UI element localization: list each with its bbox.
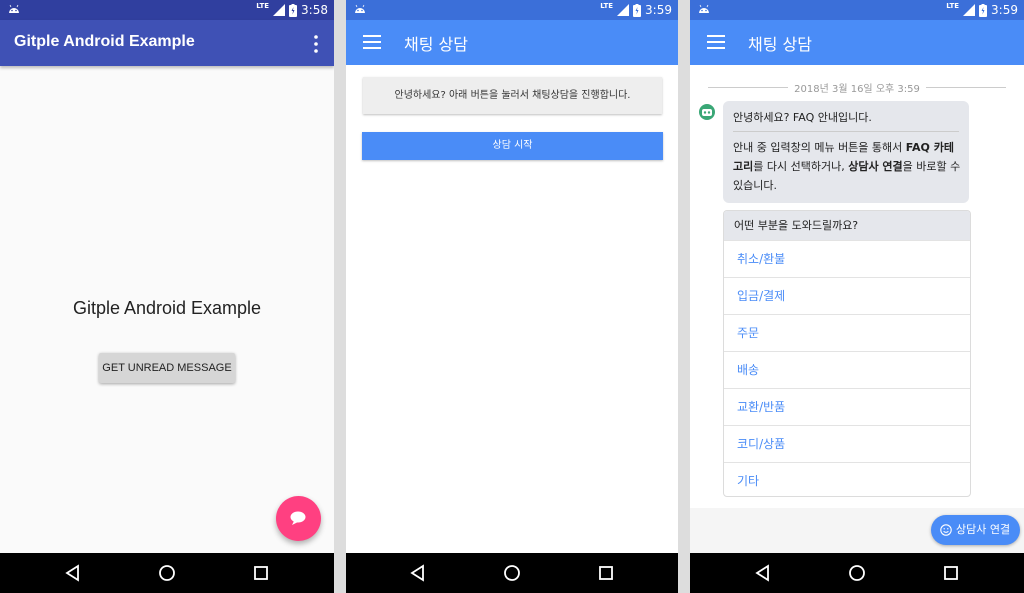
chat-message-list[interactable]: 2018년 3월 16일 오후 3:59 안녕하세요? FAQ 안내입니다. 안…: [690, 65, 1024, 508]
page-title: Gitple Android Example: [72, 298, 262, 318]
recents-icon[interactable]: [596, 563, 616, 583]
date-separator: 2018년 3월 16일 오후 3:59: [708, 80, 1006, 95]
screen-chat-faq: LTE 3:59 채팅 상담 2018년 3월 16일 오후 3:59 안녕하세…: [690, 0, 1024, 593]
chat-title: 채팅 상담: [748, 35, 812, 54]
status-bar: LTE 3:59: [690, 0, 1024, 20]
home-icon[interactable]: [847, 563, 867, 583]
app-bar: Gitple Android Example: [0, 20, 334, 66]
faq-item-exchange-return[interactable]: 교환/반품: [724, 388, 970, 425]
status-time: 3:58: [301, 3, 328, 17]
chat-fab-button[interactable]: [276, 496, 321, 541]
bot-avatar-icon: [699, 104, 715, 120]
home-icon[interactable]: [502, 563, 522, 583]
faq-item-delivery[interactable]: 배송: [724, 351, 970, 388]
android-nav-bar: [346, 553, 678, 593]
faq-item-other[interactable]: 기타: [724, 462, 970, 496]
get-unread-message-button[interactable]: GET UNREAD MESSAGE: [99, 353, 235, 383]
hamburger-menu-icon[interactable]: [707, 35, 725, 49]
smile-icon: [940, 524, 952, 536]
body-text: 를 다시 선택하거나,: [753, 160, 849, 173]
bot-greeting: 안녕하세요? FAQ 안내입니다.: [733, 111, 872, 124]
android-notification-icon: [699, 4, 709, 13]
status-bar: LTE 3:59: [346, 0, 678, 20]
recents-icon[interactable]: [941, 563, 961, 583]
signal-icon: [963, 4, 976, 16]
battery-icon: [633, 3, 642, 17]
faq-item-coordi-product[interactable]: 코디/상품: [724, 425, 970, 462]
status-bar: LTE 3:58: [0, 0, 334, 20]
chat-bubble-icon: [290, 511, 306, 525]
battery-icon: [289, 3, 298, 17]
back-icon[interactable]: [63, 563, 83, 583]
faq-item-order[interactable]: 주문: [724, 314, 970, 351]
bubble-divider: [733, 131, 959, 132]
status-time: 3:59: [645, 3, 672, 17]
signal-icon: [617, 4, 630, 16]
home-icon[interactable]: [157, 563, 177, 583]
back-icon[interactable]: [753, 563, 773, 583]
start-consult-button[interactable]: 상담 시작: [362, 132, 663, 160]
android-notification-icon: [9, 4, 19, 13]
status-time: 3:59: [991, 3, 1018, 17]
body-bold-agent: 상담사 연결: [848, 160, 903, 173]
recents-icon[interactable]: [251, 563, 271, 583]
android-notification-icon: [355, 4, 365, 13]
bot-message-body: 안내 중 입력창의 메뉴 버튼을 통해서 FAQ 카테고리를 다시 선택하거나,…: [733, 138, 961, 195]
faq-category-card: 어떤 부분을 도와드릴까요? 취소/환불 입금/결제 주문 배송 교환/반품 코…: [723, 210, 971, 497]
android-nav-bar: [0, 553, 334, 593]
signal-icon: [273, 4, 286, 16]
network-type: LTE: [600, 2, 614, 10]
back-icon[interactable]: [408, 563, 428, 583]
network-type: LTE: [946, 2, 960, 10]
network-type: LTE: [256, 2, 270, 10]
faq-item-cancel-refund[interactable]: 취소/환불: [724, 240, 970, 277]
app-bar: 채팅 상담: [346, 20, 678, 65]
battery-icon: [979, 3, 988, 17]
faq-header: 어떤 부분을 도와드릴까요?: [724, 211, 970, 240]
body-text: 안내 중 입력창의 메뉴 버튼을 통해서: [733, 141, 906, 154]
overflow-menu-icon[interactable]: [308, 34, 324, 54]
app-title: Gitple Android Example: [14, 33, 195, 50]
connect-agent-button[interactable]: 상담사 연결: [931, 515, 1020, 545]
screen-gitple-example: LTE 3:58 Gitple Android Example Gitple A…: [0, 0, 334, 593]
android-nav-bar: [690, 553, 1024, 593]
hamburger-menu-icon[interactable]: [363, 35, 381, 49]
faq-item-deposit-payment[interactable]: 입금/결제: [724, 277, 970, 314]
chat-title: 채팅 상담: [404, 35, 468, 54]
bot-message-bubble: 안녕하세요? FAQ 안내입니다. 안내 중 입력창의 메뉴 버튼을 통해서 F…: [723, 101, 969, 203]
connect-agent-label: 상담사 연결: [956, 523, 1011, 536]
welcome-notice: 안녕하세요? 아래 버튼을 눌러서 채팅상담을 진행합니다.: [363, 77, 662, 114]
app-bar: 채팅 상담: [690, 20, 1024, 65]
screen-chat-start: LTE 3:59 채팅 상담 안녕하세요? 아래 버튼을 눌러서 채팅상담을 진…: [346, 0, 678, 593]
